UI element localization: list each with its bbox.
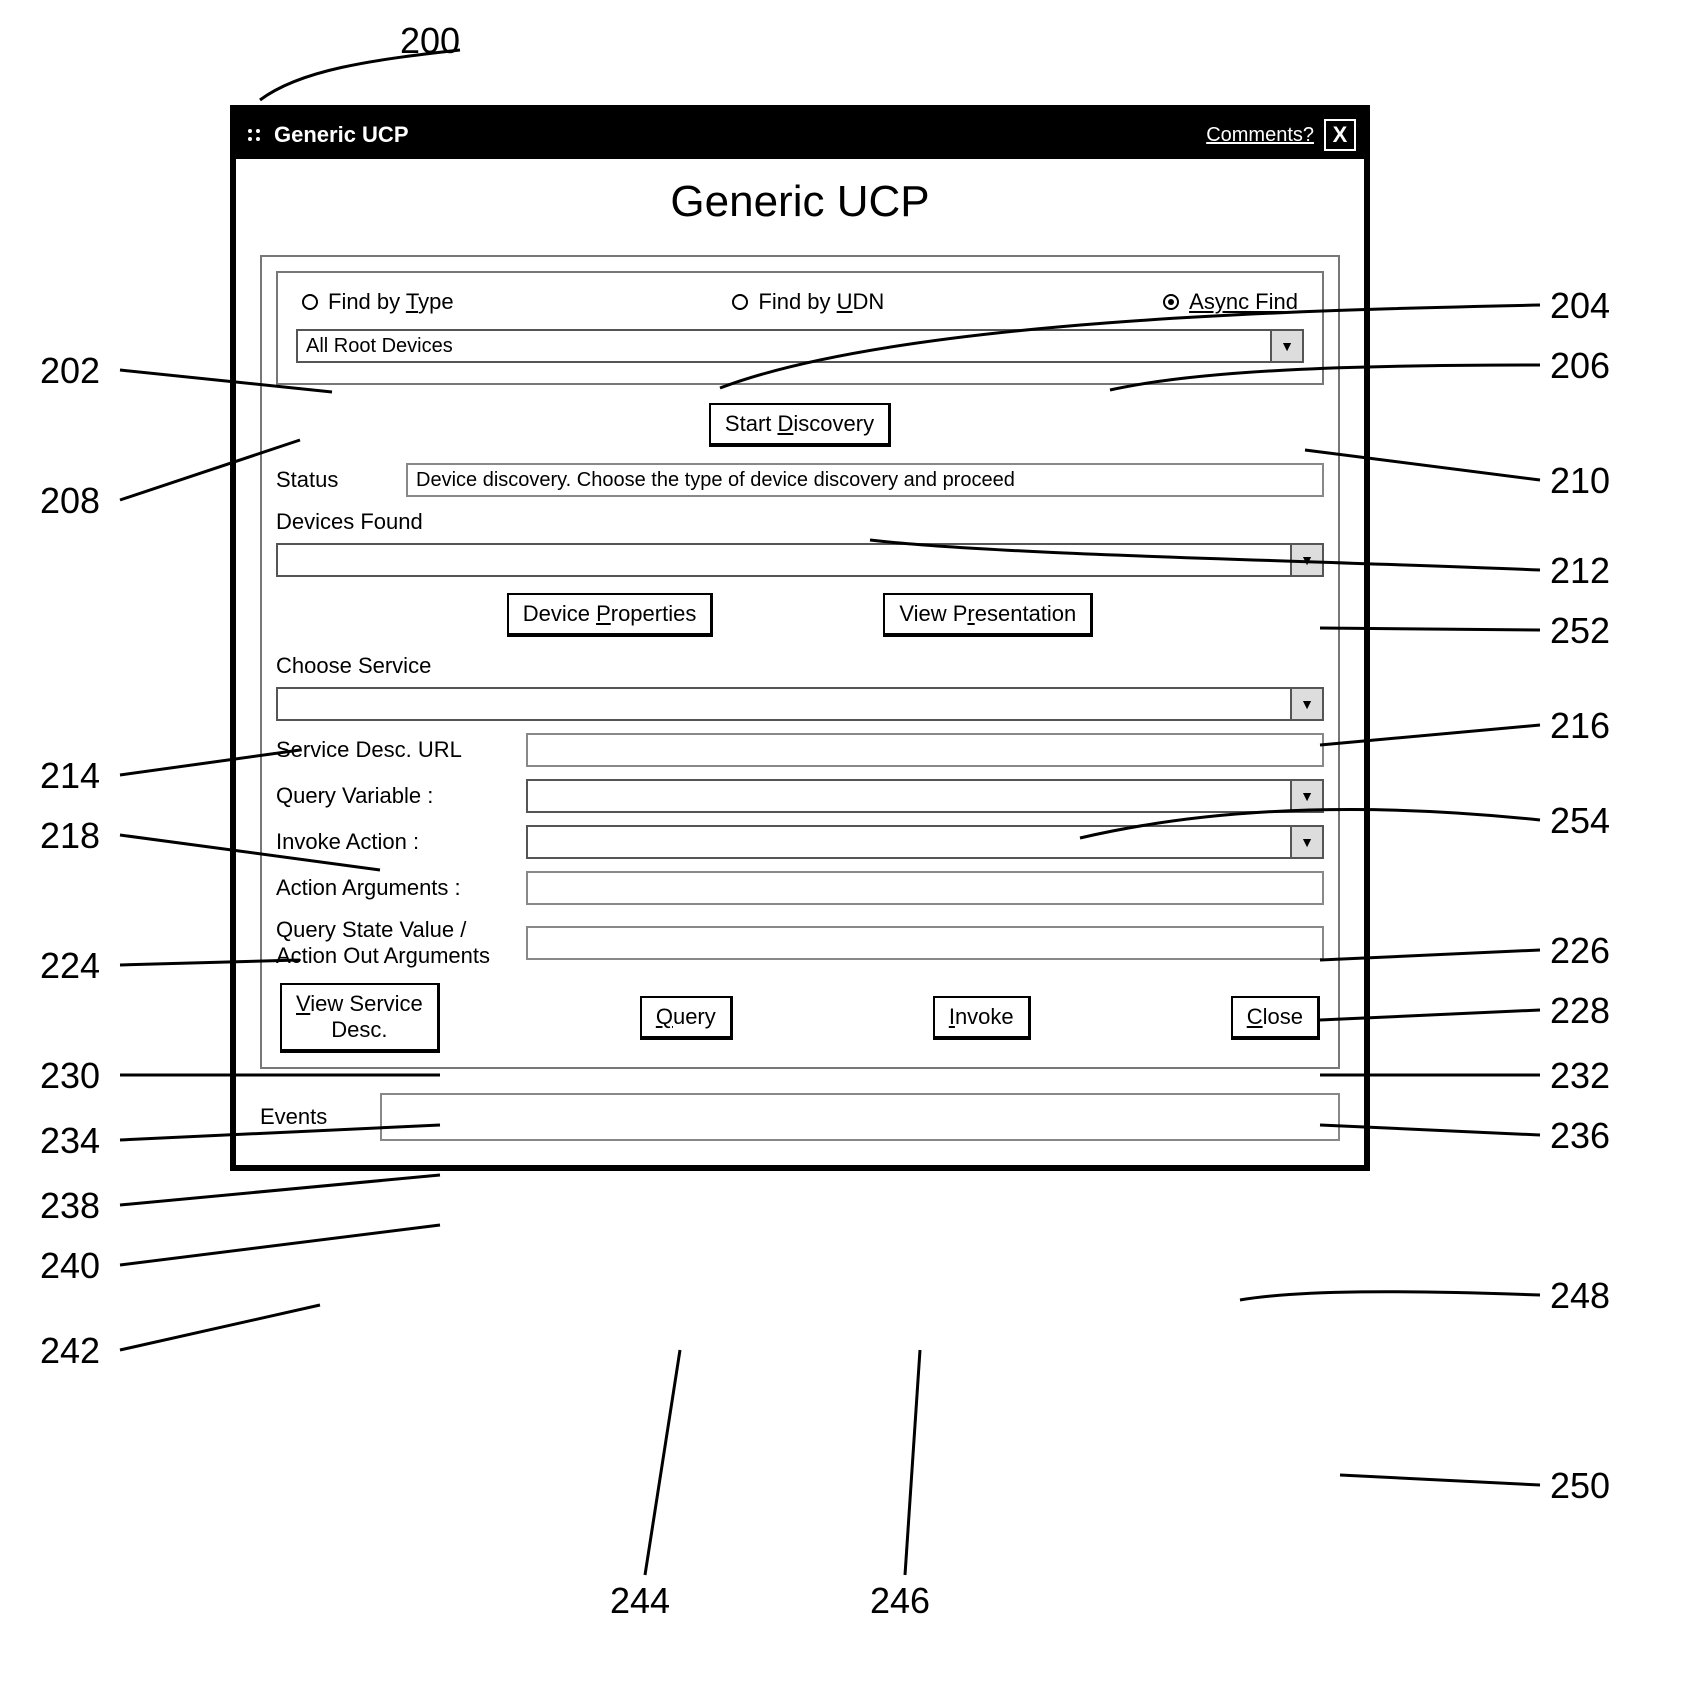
events-label: Events <box>260 1104 380 1130</box>
radio-icon <box>732 294 748 310</box>
view-service-desc-button[interactable]: View Service Desc. <box>280 983 440 1053</box>
choose-service-label: Choose Service <box>276 653 1324 679</box>
radio-find-by-type[interactable]: Find by Type <box>302 289 454 315</box>
close-button[interactable]: Close <box>1231 996 1320 1040</box>
window-title: Generic UCP <box>274 122 409 148</box>
app-window: Generic UCP Comments? X Generic UCP Find… <box>230 105 1370 1171</box>
titlebar: Generic UCP Comments? X <box>236 111 1364 159</box>
callout-254: 254 <box>1550 800 1610 842</box>
query-variable-label: Query Variable : <box>276 783 526 809</box>
combo-value <box>528 781 1292 811</box>
invoke-button[interactable]: Invoke <box>933 996 1031 1040</box>
root-devices-combo[interactable]: All Root Devices ▼ <box>296 329 1304 363</box>
start-discovery-button[interactable]: Start Discovery <box>709 403 891 447</box>
action-arguments-field[interactable] <box>526 871 1324 905</box>
close-icon[interactable]: X <box>1324 119 1356 151</box>
service-desc-url-field[interactable] <box>526 733 1324 767</box>
radio-find-by-udn[interactable]: Find by UDN <box>732 289 884 315</box>
radio-icon <box>302 294 318 310</box>
query-variable-combo[interactable]: ▼ <box>526 779 1324 813</box>
callout-230: 230 <box>40 1055 100 1097</box>
callout-240: 240 <box>40 1245 100 1287</box>
callout-250: 250 <box>1550 1465 1610 1507</box>
callout-214: 214 <box>40 755 100 797</box>
choose-service-combo[interactable]: ▼ <box>276 687 1324 721</box>
status-label: Status <box>276 467 406 493</box>
callout-202: 202 <box>40 350 100 392</box>
combo-value <box>278 545 1292 575</box>
callout-242: 242 <box>40 1330 100 1372</box>
app-icon <box>244 125 264 145</box>
callout-228: 228 <box>1550 990 1610 1032</box>
callout-226: 226 <box>1550 930 1610 972</box>
callout-244: 244 <box>610 1580 670 1622</box>
view-presentation-button[interactable]: View Presentation <box>883 593 1093 637</box>
status-field: Device discovery. Choose the type of dev… <box>406 463 1324 497</box>
invoke-action-combo[interactable]: ▼ <box>526 825 1324 859</box>
events-field <box>380 1093 1340 1141</box>
radio-icon <box>1163 294 1179 310</box>
comments-link[interactable]: Comments? <box>1206 124 1314 147</box>
page-heading: Generic UCP <box>236 159 1364 245</box>
chevron-down-icon[interactable]: ▼ <box>1272 331 1302 361</box>
find-panel: Find by Type Find by UDN Async Find All … <box>276 271 1324 385</box>
callout-210: 210 <box>1550 460 1610 502</box>
combo-value <box>278 689 1292 719</box>
service-desc-url-label: Service Desc. URL <box>276 737 526 763</box>
chevron-down-icon[interactable]: ▼ <box>1292 545 1322 575</box>
callout-216: 216 <box>1550 705 1610 747</box>
callout-232: 232 <box>1550 1055 1610 1097</box>
callout-224: 224 <box>40 945 100 987</box>
callout-200: 200 <box>400 20 460 62</box>
combo-value: All Root Devices <box>298 331 1272 361</box>
chevron-down-icon[interactable]: ▼ <box>1292 781 1322 811</box>
action-arguments-label: Action Arguments : <box>276 875 526 901</box>
callout-252: 252 <box>1550 610 1610 652</box>
callout-236: 236 <box>1550 1115 1610 1157</box>
callout-206: 206 <box>1550 345 1610 387</box>
callout-208: 208 <box>40 480 100 522</box>
radio-async-find[interactable]: Async Find <box>1163 289 1298 315</box>
callout-248: 248 <box>1550 1275 1610 1317</box>
callout-212: 212 <box>1550 550 1610 592</box>
callout-234: 234 <box>40 1120 100 1162</box>
chevron-down-icon[interactable]: ▼ <box>1292 689 1322 719</box>
callout-246: 246 <box>870 1580 930 1622</box>
devices-found-combo[interactable]: ▼ <box>276 543 1324 577</box>
query-state-label: Query State Value / Action Out Arguments <box>276 917 526 969</box>
find-mode-radios: Find by Type Find by UDN Async Find <box>296 289 1304 315</box>
callout-204: 204 <box>1550 285 1610 327</box>
callout-238: 238 <box>40 1185 100 1227</box>
combo-value <box>528 827 1292 857</box>
query-state-field[interactable] <box>526 926 1324 960</box>
chevron-down-icon[interactable]: ▼ <box>1292 827 1322 857</box>
query-button[interactable]: Query <box>640 996 733 1040</box>
main-panel: Find by Type Find by UDN Async Find All … <box>260 255 1340 1069</box>
device-properties-button[interactable]: Device Properties <box>507 593 714 637</box>
callout-218: 218 <box>40 815 100 857</box>
devices-found-label: Devices Found <box>276 509 1324 535</box>
invoke-action-label: Invoke Action : <box>276 829 526 855</box>
